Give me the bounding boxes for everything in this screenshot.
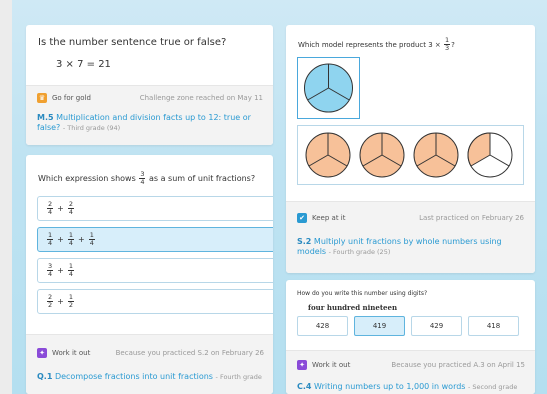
fraction: 24 (47, 200, 54, 216)
plus-sign: + (57, 235, 64, 244)
fraction: 12 (67, 293, 74, 309)
meta-text: Challenge zone reached on May 11 (139, 94, 263, 102)
skill-name: Writing numbers up to 1,000 in words (314, 382, 466, 391)
recommendation-card-1[interactable]: Is the number sentence true or false? 3 … (26, 25, 273, 145)
pie-model-row (305, 132, 513, 178)
question-text: Which model represents the product 3 × 1… (298, 36, 455, 52)
skill-link[interactable]: S.2 Multiply unit fractions by whole num… (297, 237, 527, 257)
left-gutter (0, 0, 12, 394)
question-text: Which expression shows 34 as a sum of un… (38, 170, 256, 186)
number-option[interactable]: 429 (411, 316, 462, 336)
badge-label: Keep at it (312, 214, 346, 222)
answer-option[interactable]: 3 4 +1 4 (37, 258, 273, 283)
skill-link[interactable]: Q.1 Decompose fractions into unit fracti… (37, 372, 265, 382)
card-footer (26, 334, 273, 394)
question-text: Is the number sentence true or false? (38, 37, 227, 48)
skill-grade: - Second grade (468, 383, 518, 391)
fraction: 34 (47, 262, 54, 278)
puzzle-icon: ✦ (297, 360, 307, 370)
number-option[interactable]: 419 (354, 316, 405, 336)
answer-option[interactable]: 2 2 +1 2 (37, 289, 273, 314)
skill-code: Q.1 (37, 372, 53, 381)
skill-grade: - Third grade (94) (62, 124, 121, 132)
plus-sign: + (77, 235, 85, 244)
recommendation-card-3[interactable]: Which model represents the product 3 × 1… (286, 25, 535, 273)
skill-grade: - Fourth grade (25) (328, 248, 391, 256)
meta-text: Because you practiced A.3 on April 15 (391, 361, 525, 369)
puzzle-icon: ✦ (37, 348, 47, 358)
work-it-out-badge: ✦ Work it out (37, 348, 90, 358)
question-text: How do you write this number using digit… (297, 290, 428, 297)
number-option[interactable]: 428 (297, 316, 348, 336)
fraction: 22 (47, 293, 54, 309)
model-option-four-circles[interactable] (297, 125, 524, 185)
model-option-single-circle[interactable] (297, 57, 360, 119)
number-words: four hundred nineteen (308, 303, 398, 312)
fraction: 14 (47, 231, 54, 247)
keep-at-it-badge: ✔ Keep at it (297, 213, 345, 223)
skill-grade: - Fourth grade (215, 373, 262, 381)
equation-text: 3 × 7 = 21 (56, 59, 111, 70)
skill-link[interactable]: C.4 Writing numbers up to 1,000 in words… (297, 382, 527, 392)
go-for-gold-badge: ♛ Go for gold (37, 93, 91, 103)
skill-code: C.4 (297, 382, 312, 391)
plus-sign: + (57, 266, 64, 275)
fraction: 14 (88, 231, 95, 247)
fraction: 14 (67, 231, 74, 247)
fraction: 13 (444, 36, 451, 52)
skill-code: S.2 (297, 237, 312, 246)
meta-text: Last practiced on February 26 (419, 214, 524, 222)
recommendation-card-4[interactable]: How do you write this number using digit… (286, 280, 535, 394)
answer-option[interactable]: 1 4 +1 4 +1 4 (37, 227, 273, 252)
badge-label: Go for gold (52, 94, 91, 102)
fraction: 24 (67, 200, 74, 216)
skill-code: M.5 (37, 113, 54, 122)
skill-name: Decompose fractions into unit fractions (54, 372, 213, 381)
answer-option[interactable]: 2 4 +2 4 (37, 196, 273, 221)
fraction: 34 (139, 170, 146, 186)
plus-sign: + (57, 297, 64, 306)
recommendation-card-2[interactable]: Which expression shows 34 as a sum of un… (26, 155, 273, 394)
fraction: 14 (67, 262, 74, 278)
number-option[interactable]: 418 (468, 316, 519, 336)
work-it-out-badge: ✦ Work it out (297, 360, 350, 370)
pie-model (304, 63, 353, 113)
badge-label: Work it out (52, 349, 91, 357)
skill-link[interactable]: M.5 Multiplication and division facts up… (37, 113, 265, 133)
plus-sign: + (57, 204, 64, 213)
check-icon: ✔ (297, 213, 307, 223)
medal-icon: ♛ (37, 93, 47, 103)
meta-text: Because you practiced S.2 on February 26 (115, 349, 264, 357)
badge-label: Work it out (312, 361, 351, 369)
